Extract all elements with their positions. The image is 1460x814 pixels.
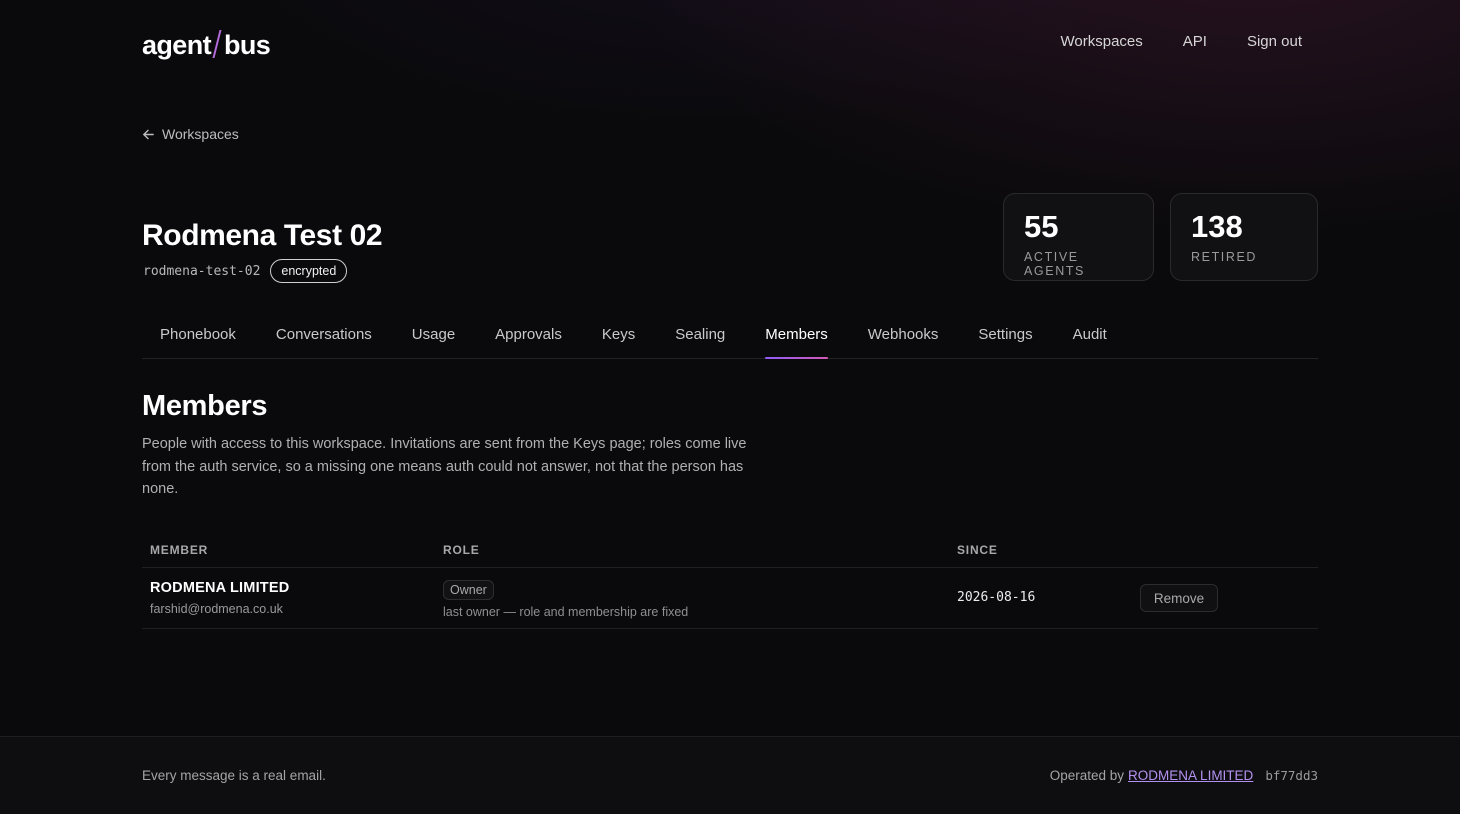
table-row: RODMENA LIMITED farshid@rodmena.co.uk Ow… <box>142 568 1318 629</box>
back-to-workspaces-link[interactable]: Workspaces <box>142 126 239 142</box>
section-title: Members <box>142 390 268 422</box>
back-link-label: Workspaces <box>162 126 239 142</box>
tab-members[interactable]: Members <box>747 318 846 359</box>
stat-active-value: 55 <box>1024 209 1059 244</box>
top-nav: Workspaces API Sign out <box>1061 33 1303 50</box>
tab-settings[interactable]: Settings <box>960 318 1050 358</box>
footer-tagline: Every message is a real email. <box>142 768 326 783</box>
tab-conversations[interactable]: Conversations <box>258 318 390 358</box>
tab-usage[interactable]: Usage <box>394 318 473 358</box>
stat-retired-value: 138 <box>1191 209 1243 244</box>
nav-sign-out[interactable]: Sign out <box>1247 33 1302 50</box>
tab-audit[interactable]: Audit <box>1055 318 1125 358</box>
footer-commit-hash: bf77dd3 <box>1265 768 1318 783</box>
tab-sealing[interactable]: Sealing <box>657 318 743 358</box>
logo-text-bus: bus <box>224 30 271 60</box>
member-name: RODMENA LIMITED <box>150 580 290 596</box>
remove-member-button[interactable]: Remove <box>1140 584 1218 612</box>
nav-api[interactable]: API <box>1183 33 1207 50</box>
tab-webhooks[interactable]: Webhooks <box>850 318 957 358</box>
column-header-member: MEMBER <box>150 543 209 557</box>
stat-card-retired: 138 RETIRED <box>1170 193 1318 281</box>
logo-slash <box>212 30 222 58</box>
stat-retired-label: RETIRED <box>1191 250 1258 264</box>
footer: Every message is a real email. Operated … <box>0 736 1460 814</box>
member-email: farshid@rodmena.co.uk <box>150 602 283 616</box>
footer-operator-link[interactable]: RODMENA LIMITED <box>1128 768 1253 783</box>
footer-operator: Operated by RODMENA LIMITED bf77dd3 <box>1050 768 1318 783</box>
role-note: last owner — role and membership are fix… <box>443 605 689 619</box>
workspace-slug: rodmena-test-02 <box>143 263 261 279</box>
logo[interactable]: agent bus <box>142 26 271 61</box>
workspace-title: Rodmena Test 02 <box>142 219 383 252</box>
tab-approvals[interactable]: Approvals <box>477 318 580 358</box>
page: agent bus Workspaces API Sign out Worksp… <box>0 0 1460 814</box>
nav-workspaces[interactable]: Workspaces <box>1061 33 1143 50</box>
stat-active-label: ACTIVE AGENTS <box>1024 250 1085 278</box>
column-header-since: SINCE <box>957 543 998 557</box>
workspace-tabs: Phonebook Conversations Usage Approvals … <box>142 318 1318 359</box>
stat-card-active-agents: 55 ACTIVE AGENTS <box>1003 193 1154 281</box>
table-header: MEMBER ROLE SINCE <box>142 533 1318 568</box>
role-badge: Owner <box>443 580 494 600</box>
column-header-role: ROLE <box>443 543 480 557</box>
arrow-left-icon <box>143 129 154 139</box>
workspace-meta: rodmena-test-02 encrypted <box>143 259 348 283</box>
role-cell: Owner last owner — role and membership a… <box>443 580 688 619</box>
tab-keys[interactable]: Keys <box>584 318 653 358</box>
footer-operated-by: Operated by <box>1049 768 1125 783</box>
members-table: MEMBER ROLE SINCE RODMENA LIMITED farshi… <box>142 533 1318 629</box>
tab-phonebook[interactable]: Phonebook <box>142 318 254 358</box>
logo-text-agent: agent <box>142 30 212 60</box>
section-description: People with access to this workspace. In… <box>142 436 747 497</box>
since-date: 2026-08-16 <box>957 590 1036 605</box>
encrypted-badge: encrypted <box>270 259 348 283</box>
member-cell: RODMENA LIMITED farshid@rodmena.co.uk <box>150 580 289 616</box>
